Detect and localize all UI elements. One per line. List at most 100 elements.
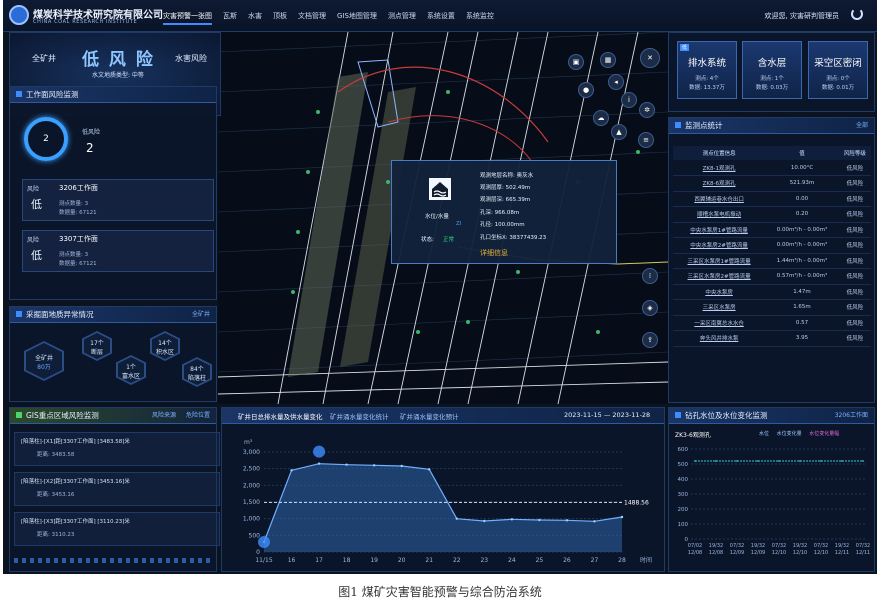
y-tick-label: 1,500 xyxy=(243,499,260,506)
stat-points: 测点: 4个 xyxy=(695,76,719,82)
table-cell: 低风险 xyxy=(838,160,871,176)
data-point xyxy=(345,463,348,466)
nav-item[interactable]: 文档管理 xyxy=(298,11,326,25)
field-layer: 观测地层名称: 奥灰水 xyxy=(480,173,534,179)
nav-item[interactable]: 系统设置 xyxy=(427,11,455,25)
hex-rich-water[interactable]: 1个 富水区 xyxy=(116,355,146,385)
gis-list-item[interactable]: [陷落柱]-[X2]距[3307工作面] [3453.16]米 距离: 3453.… xyxy=(14,472,220,506)
table-cell: 10.00°C xyxy=(765,160,839,176)
data-point xyxy=(736,460,738,462)
tab-daily[interactable]: 矿井日总排水量及供水量变化 xyxy=(238,411,323,421)
scope-filter[interactable]: 全矿井 xyxy=(192,307,210,323)
y-tick-label: 500 xyxy=(249,532,261,539)
list-icon[interactable]: ≡ xyxy=(638,132,654,148)
hex-collapse-column[interactable]: 84个 陷落柱 xyxy=(182,357,212,387)
pager-dots[interactable] xyxy=(14,558,214,563)
top-bar: 煤炭科学技术研究院有限公司 CHINA COAL RESEARCH INSTIT… xyxy=(3,0,877,32)
detail-link[interactable]: 详细信息 xyxy=(480,248,508,258)
stat-card-aquifer[interactable]: 含水层 测点: 1个 数据: 0.03万 xyxy=(742,41,802,99)
risk-scope: 全矿井 xyxy=(32,54,56,63)
card-points: 测点数量: 3 xyxy=(59,252,89,258)
nav-item[interactable]: GIS地图管理 xyxy=(337,11,377,25)
hex-center-label: 全矿井 xyxy=(34,355,53,362)
table-row[interactable]: 三采区水泵房 1.65m 低风险 xyxy=(673,299,871,316)
y-tick-label: 600 xyxy=(678,447,689,453)
nav-item[interactable]: 测点管理 xyxy=(388,11,416,25)
panel-title: 监测点统计 xyxy=(685,121,723,130)
nav-item[interactable]: 灾害预警一张图 xyxy=(163,11,212,25)
gis-list-item[interactable]: [陷落柱]-[X1]距[3307工作面] [3483.58]米 距离: 3483.… xyxy=(14,432,220,466)
x-tick-label: 07/32 xyxy=(856,543,870,549)
cloud-icon[interactable]: ☁ xyxy=(593,110,609,126)
hex-fault[interactable]: 17个 断层 xyxy=(82,331,112,361)
legend-danger: 危险位置 xyxy=(185,412,210,419)
table-row[interactable]: 中央水泵房1#管路流量 0.00m³/h - 0.00m³ 低风险 xyxy=(673,222,871,238)
table-row[interactable]: ZK8-1观测孔 10.00°C 低风险 xyxy=(673,160,871,176)
table-cell: 中央水泵房1#管路流量 xyxy=(673,222,766,238)
table-row[interactable]: 一采区南翼总水水仓 0.57 低风险 xyxy=(673,315,871,331)
date-range[interactable]: 2023-11-15 — 2023-11-28 xyxy=(564,411,650,419)
draw-icon[interactable]: ● xyxy=(578,82,594,98)
workface-card[interactable]: 风险 低 3307工作面 测点数量: 3 数据量: 67121 xyxy=(22,230,214,272)
app-screen: 煤炭科学技术研究院有限公司 CHINA COAL RESEARCH INSTIT… xyxy=(3,0,877,574)
nav-item[interactable]: 系统监控 xyxy=(466,11,494,25)
field-hole-depth: 孔深: 966.08m xyxy=(480,210,520,216)
export-icon[interactable]: ⇪ xyxy=(642,332,658,348)
settings-icon[interactable]: ✲ xyxy=(639,102,655,118)
hex-water-area[interactable]: 14个 积水区 xyxy=(150,331,180,361)
risk-level: 低 风 险 xyxy=(82,50,155,70)
data-point xyxy=(510,518,514,521)
tab-forecast[interactable]: 矿井涌水量变化预计 xyxy=(400,411,459,421)
card-name: 3206工作面 xyxy=(59,184,98,192)
table-cell: 顺槽水泵电机振动 xyxy=(673,206,766,223)
grid-icon[interactable]: ⁞ xyxy=(642,268,658,284)
workface-card[interactable]: 风险 低 3206工作面 测点数量: 3 数据量: 67121 xyxy=(22,179,214,221)
stat-title: 含水层 xyxy=(757,58,787,69)
table-row[interactable]: 中央水泵房2#管路流量 0.00m³/h - 0.00m³ 低风险 xyxy=(673,237,871,254)
table-cell: 低风险 xyxy=(838,191,871,207)
table-row[interactable]: 西翼辅运巷水仓出口 0.00 低风险 xyxy=(673,191,871,207)
nav-item[interactable]: 水害 xyxy=(248,11,262,25)
table-cell: 0.00 xyxy=(765,191,839,207)
alarm-icon[interactable]: ▲ xyxy=(611,124,627,140)
close-icon[interactable]: ✕ xyxy=(640,48,660,68)
nav-item[interactable]: 瓦斯 xyxy=(223,11,237,25)
nav-item[interactable]: 顶板 xyxy=(273,11,287,25)
monitor-table: 测点位置信息 值 风险等级 ZK8-1观测孔 10.00°C 低风险 ZK8-6观测孔… xyxy=(673,146,871,347)
x-tick-label: 12/08 xyxy=(709,550,723,556)
tab-stats[interactable]: 矿井涌水量变化统计 xyxy=(330,411,389,421)
y-tick-label: 1,000 xyxy=(243,516,260,523)
legend-item: 水位变化量幅 xyxy=(809,431,840,437)
map-tool-icon[interactable]: ▦ xyxy=(600,52,616,68)
info-icon[interactable]: i xyxy=(621,92,637,108)
table-cell: 1.47m xyxy=(765,284,839,300)
table-row[interactable]: 奔头风井排水泵 3.95 低风险 xyxy=(673,330,871,347)
layer-tool-icon[interactable]: ▣ xyxy=(568,54,584,70)
hex-center[interactable]: 全矿井 80万 xyxy=(24,341,64,381)
monitor-filter[interactable]: 全部 xyxy=(856,118,868,134)
borehole-filter[interactable]: 3206工作面 xyxy=(835,408,868,424)
x-tick-label: 20 xyxy=(398,557,406,564)
table-cell: 1.65m xyxy=(765,299,839,316)
table-row[interactable]: 三采区水泵房2#管路流量 0.57m³/h - 0.00m³ 低风险 xyxy=(673,268,871,285)
geology-panel: 采掘面地质异常情况 全矿井 全矿井 80万 17个 断层 14个 积水区 1个 富水区 8… xyxy=(9,306,217,402)
table-row[interactable]: 中央水泵房 1.47m 低风险 xyxy=(673,284,871,300)
y-tick-label: 2,500 xyxy=(243,466,260,473)
legend-item: 水位 xyxy=(759,431,770,437)
stat-card-drainage[interactable]: 低排水系统 测点: 4个 数据: 13.37万 xyxy=(677,41,737,99)
gis-list-item[interactable]: [陷落柱]-[X3]距[3307工作面] [3110.23]米 距离: 3110.… xyxy=(14,512,220,546)
table-row[interactable]: ZK8-6观测孔 521.93m 低风险 xyxy=(673,175,871,192)
card-points: 测点数量: 3 xyxy=(59,201,89,207)
data-point xyxy=(455,517,458,520)
sound-icon[interactable]: ◂ xyxy=(608,74,624,90)
table-row[interactable]: 三采区水泵房1#管路流量 1.44m³/h - 0.00m³ 低风险 xyxy=(673,253,871,269)
hex-label: 断层 xyxy=(90,349,103,356)
org-name-en: CHINA COAL RESEARCH INSTITUTE xyxy=(33,19,138,25)
power-icon[interactable] xyxy=(851,8,863,20)
risk-ring: 2 xyxy=(24,117,68,161)
table-row[interactable]: 顺槽水泵电机振动 0.20 低风险 xyxy=(673,206,871,223)
table-cell: 低风险 xyxy=(838,237,871,254)
stat-card-goaf[interactable]: 采空区密闭 测点: 0个 数据: 0.01万 xyxy=(808,41,868,99)
layers-icon[interactable]: ◈ xyxy=(642,300,658,316)
table-cell: 中央水泵房2#管路流量 xyxy=(673,237,766,254)
